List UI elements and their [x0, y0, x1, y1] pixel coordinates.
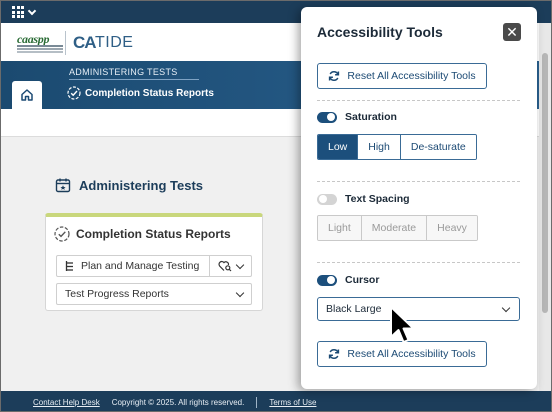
section-header: Administering Tests [55, 177, 203, 193]
footer-separator [256, 396, 258, 408]
browser-viewport: caaspp CA TIDE ADMINISTERING TESTS Compl… [0, 0, 552, 412]
section-title: Administering Tests [79, 177, 204, 193]
text-spacing-moderate-option: Moderate [361, 216, 428, 240]
panel-divider [317, 181, 520, 182]
text-spacing-heavy-option: Heavy [427, 216, 477, 240]
plan-and-manage-testing-link[interactable]: Plan and Manage Testing [57, 256, 209, 276]
scrollbar-thumb[interactable] [542, 53, 548, 313]
text-spacing-label: Text Spacing [345, 193, 410, 205]
test-progress-reports-row[interactable]: Test Progress Reports [56, 283, 252, 305]
saturation-low-option[interactable]: Low [318, 135, 359, 159]
saturation-label: Saturation [345, 111, 397, 123]
chevron-down-icon [501, 303, 511, 312]
chevron-down-icon [235, 288, 245, 297]
refresh-icon [329, 349, 340, 359]
card-header: Completion Status Reports [54, 226, 231, 242]
mouse-pointer-icon [390, 306, 415, 343]
saturation-toggle[interactable] [317, 111, 337, 123]
task-card: Completion Status Reports Plan and Manag… [45, 213, 263, 311]
close-icon[interactable]: ✕ [503, 23, 521, 41]
breadcrumb-divider [69, 79, 199, 80]
text-spacing-toggle-row: Text Spacing [317, 193, 410, 205]
reset-button-label: Reset All Accessibility Tools [347, 70, 476, 82]
terms-of-use-link[interactable]: Terms of Use [269, 398, 316, 407]
reset-button-label: Reset All Accessibility Tools [347, 348, 476, 360]
saturation-high-option[interactable]: High [358, 135, 401, 159]
saturation-toggle-row: Saturation [317, 111, 397, 123]
home-icon [21, 89, 33, 101]
reset-accessibility-tools-button[interactable]: Reset All Accessibility Tools [317, 63, 487, 89]
heart-search-icon [218, 260, 232, 272]
accessibility-tools-panel: Accessibility Tools ✕ Reset All Accessib… [301, 7, 537, 389]
breadcrumb-current: Completion Status Reports [67, 86, 214, 100]
card-title: Completion Status Reports [76, 227, 231, 241]
cursor-select-value: Black Large [326, 303, 382, 315]
app-title[interactable]: TIDE [95, 34, 133, 52]
page-footer: Contact Help Desk Copyright © 2025. All … [1, 391, 551, 411]
saturation-options: Low High De-saturate [317, 134, 477, 160]
breadcrumb-parent[interactable]: ADMINISTERING TESTS [69, 67, 178, 77]
text-spacing-light-option: Light [318, 216, 362, 240]
home-button[interactable] [12, 81, 42, 109]
breadcrumb-current-label: Completion Status Reports [85, 87, 214, 99]
caaspp-logo-tagline [17, 45, 63, 47]
check-circle-icon [54, 226, 70, 242]
panel-divider [317, 262, 520, 263]
apps-menu-button[interactable] [12, 4, 42, 20]
cursor-toggle[interactable] [317, 274, 337, 286]
chevron-down-icon [27, 6, 37, 15]
cursor-label: Cursor [345, 274, 380, 286]
text-spacing-toggle[interactable] [317, 193, 337, 205]
calendar-icon [55, 178, 71, 193]
saturation-desaturate-option[interactable]: De-saturate [400, 135, 476, 159]
plan-tools-dropdown[interactable] [209, 256, 251, 276]
apps-grid-icon [12, 6, 24, 18]
panel-title: Accessibility Tools [317, 24, 443, 40]
page-scrollbar[interactable] [539, 23, 551, 391]
chevron-down-icon [235, 260, 245, 269]
plan-and-manage-testing-label: Plan and Manage Testing [81, 260, 200, 272]
panel-divider [317, 100, 520, 101]
list-icon [65, 261, 73, 271]
copyright-text: Copyright © 2025. All rights reserved. [111, 397, 245, 407]
text-spacing-options: Light Moderate Heavy [317, 215, 478, 241]
refresh-icon [329, 71, 340, 81]
ca-logo: CA [73, 33, 97, 52]
contact-help-desk-link[interactable]: Contact Help Desk [33, 398, 100, 407]
test-progress-reports-label: Test Progress Reports [65, 288, 169, 300]
check-circle-icon [67, 86, 81, 100]
plan-and-manage-testing-row[interactable]: Plan and Manage Testing [56, 255, 252, 277]
cursor-toggle-row: Cursor [317, 274, 379, 286]
caaspp-logo[interactable]: caaspp [13, 31, 65, 55]
logo-divider [65, 31, 66, 55]
